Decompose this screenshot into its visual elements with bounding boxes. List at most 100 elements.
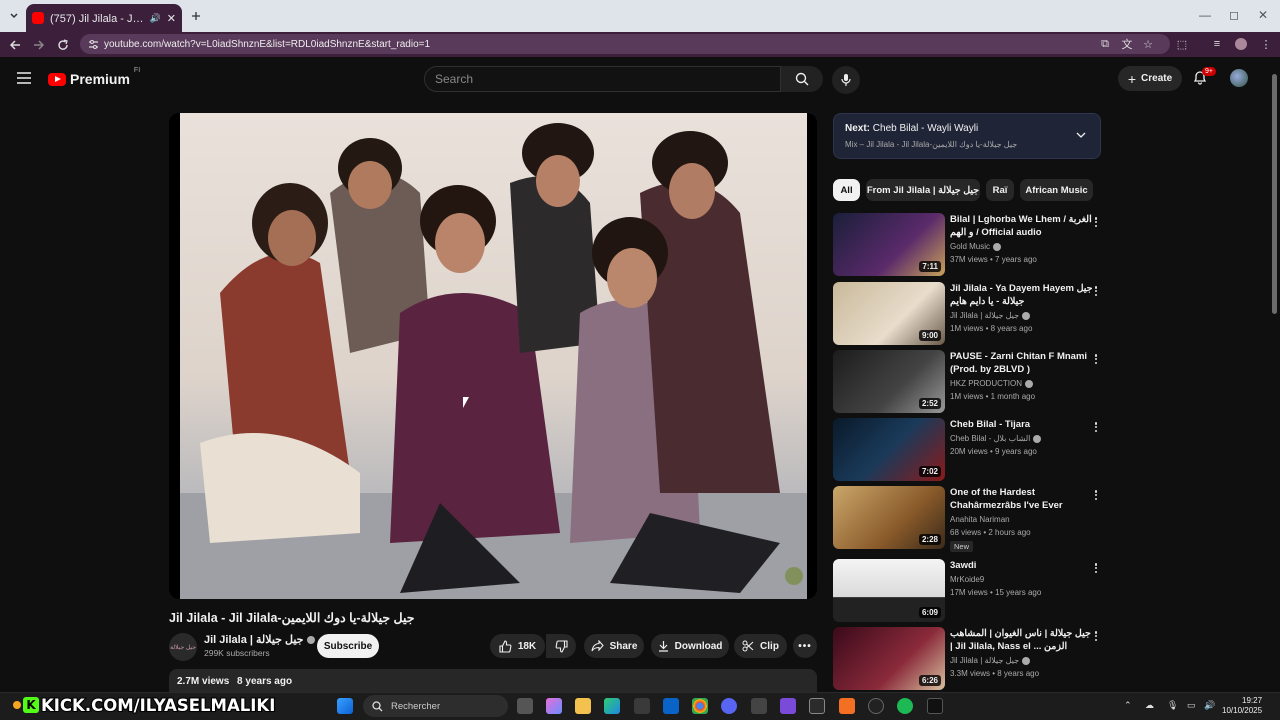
chip-african-music[interactable]: African Music xyxy=(1020,179,1093,201)
channel-avatar[interactable]: جيل جيلالة xyxy=(169,633,197,661)
outlook-icon[interactable] xyxy=(663,698,679,714)
video-thumbnail[interactable]: 9:00 xyxy=(833,282,945,345)
minimize-button[interactable]: — xyxy=(1199,8,1211,22)
tab-close-icon[interactable]: ✕ xyxy=(167,12,176,25)
more-vertical-icon[interactable] xyxy=(1090,561,1102,575)
recommendation-title[interactable]: Jil Jilala - Ya Dayem Hayem جيل جيلالة -… xyxy=(950,282,1093,308)
browser-menu-icon[interactable]: ⋮ xyxy=(1259,37,1273,51)
recommendation-item[interactable]: 2:52 PAUSE - Zarni Chitan F Mnami (Prod. … xyxy=(833,350,1113,414)
new-tab-button[interactable] xyxy=(186,6,206,26)
more-vertical-icon[interactable] xyxy=(1090,284,1102,298)
recommendation-title[interactable]: Bilal | Lghorba We Lhem / الغربة و الهم … xyxy=(950,213,1093,239)
system-clock[interactable]: 19:27 10/10/2025 xyxy=(1222,696,1262,716)
video-thumbnail[interactable]: 6:26 xyxy=(833,627,945,690)
reading-list-icon[interactable]: ≡ xyxy=(1210,37,1224,51)
hamburger-menu-icon[interactable] xyxy=(17,72,31,84)
task-view-icon[interactable] xyxy=(517,698,533,714)
recommendation-item[interactable]: 2:28 One of the Hardest Chahârmezrâbs I'v… xyxy=(833,486,1113,552)
more-vertical-icon[interactable] xyxy=(1090,629,1102,643)
video-thumbnail[interactable]: 7:11 xyxy=(833,213,945,276)
chip-from-channel[interactable]: From Jil Jilala | جيل جيلالة xyxy=(866,179,980,201)
video-player[interactable] xyxy=(169,113,817,599)
dislike-button[interactable] xyxy=(546,634,576,658)
create-button[interactable]: + Create xyxy=(1118,66,1182,91)
recommendation-item[interactable]: 6:09 3awdi MrKoide9 17M views • 15 years ag… xyxy=(833,559,1113,623)
cloud-icon[interactable]: ☁ xyxy=(1145,700,1154,711)
more-vertical-icon[interactable] xyxy=(1090,420,1102,434)
spotify-icon[interactable] xyxy=(897,698,913,714)
network-icon[interactable]: ▭ xyxy=(1187,700,1196,711)
chip-rai[interactable]: Raï xyxy=(986,179,1014,201)
page-scrollbar[interactable] xyxy=(1271,62,1278,692)
recommendation-channel[interactable]: Gold Music xyxy=(950,242,1002,251)
reload-icon[interactable] xyxy=(54,36,72,54)
download-button[interactable]: Download xyxy=(651,634,729,658)
tray-chevron-icon[interactable]: ⌃ xyxy=(1124,700,1132,711)
recommendation-title[interactable]: جيل جيلالة | ناس الغيوان | المشاهب | Jil… xyxy=(950,627,1093,654)
capcut-icon[interactable] xyxy=(927,698,943,714)
youtube-premium-logo[interactable]: Premium FI xyxy=(48,67,140,87)
more-vertical-icon[interactable] xyxy=(1090,488,1102,502)
recommendation-item[interactable]: 9:00 Jil Jilala - Ya Dayem Hayem جيل جيلا… xyxy=(833,282,1113,346)
obs-icon[interactable] xyxy=(809,698,825,714)
recommendation-channel[interactable]: HKZ PRODUCTION xyxy=(950,379,1033,388)
voice-search-button[interactable] xyxy=(832,66,860,94)
more-vertical-icon[interactable] xyxy=(1090,215,1102,229)
search-box[interactable] xyxy=(424,66,781,92)
app-icon-1[interactable] xyxy=(751,698,767,714)
back-icon[interactable] xyxy=(6,36,24,54)
forward-icon[interactable] xyxy=(30,36,48,54)
bookmark-star-icon[interactable]: ☆ xyxy=(1141,37,1155,51)
subscribe-button[interactable]: Subscribe xyxy=(317,634,379,658)
share-button[interactable]: Share xyxy=(584,634,644,658)
extensions-icon[interactable]: ⬚ xyxy=(1175,37,1189,51)
recommendation-channel[interactable]: Cheb Bilal - الشاب بلال xyxy=(950,434,1042,443)
recommendation-item[interactable]: 7:02 Cheb Bilal - Tijara Cheb Bilal - الشا… xyxy=(833,418,1113,482)
recommendation-title[interactable]: Cheb Bilal - Tijara xyxy=(950,418,1093,431)
app-icon-4[interactable] xyxy=(868,698,884,714)
taskbar-search[interactable]: Rechercher xyxy=(363,695,508,717)
more-vertical-icon[interactable] xyxy=(1090,352,1102,366)
file-explorer-icon[interactable] xyxy=(575,698,591,714)
account-avatar[interactable] xyxy=(1230,69,1248,87)
recommendation-channel[interactable]: MrKoide9 xyxy=(950,575,984,584)
video-thumbnail[interactable]: 7:02 xyxy=(833,418,945,481)
edge-icon[interactable] xyxy=(604,698,620,714)
recommendation-channel[interactable]: Anahita Nariman xyxy=(950,515,1010,524)
browser-tab-active[interactable]: (757) Jil Jilala - Jil Jilala-جيل جيلالة… xyxy=(26,4,182,32)
mic-tray-icon[interactable]: 🎙 xyxy=(1167,700,1178,711)
weather-icon[interactable] xyxy=(13,701,21,709)
recommendation-item[interactable]: 6:26 جيل جيلالة | ناس الغيوان | المشاهب |… xyxy=(833,627,1113,691)
volume-icon[interactable]: 🔊 xyxy=(1204,700,1215,711)
profile-icon[interactable] xyxy=(1234,37,1248,51)
copilot-icon[interactable] xyxy=(546,698,562,714)
search-input[interactable] xyxy=(435,72,780,86)
chip-all[interactable]: All xyxy=(833,179,860,201)
like-button[interactable]: 18K xyxy=(490,634,545,658)
discord-icon[interactable] xyxy=(721,698,737,714)
recommendation-item[interactable]: 7:11 Bilal | Lghorba We Lhem / الغربة و ا… xyxy=(833,213,1113,277)
close-window-button[interactable]: ✕ xyxy=(1258,8,1268,22)
clip-button[interactable]: Clip xyxy=(734,634,787,658)
install-app-icon[interactable]: ⧉ xyxy=(1098,37,1112,51)
recommendation-title[interactable]: PAUSE - Zarni Chitan F Mnami (Prod. by 2… xyxy=(950,350,1093,376)
video-thumbnail[interactable]: 2:52 xyxy=(833,350,945,413)
speaker-icon[interactable]: 🔊 xyxy=(150,13,161,24)
video-thumbnail[interactable]: 2:28 xyxy=(833,486,945,549)
translate-icon[interactable]: 文 xyxy=(1120,37,1134,51)
address-bar[interactable]: youtube.com/watch?v=L0iadShnznE&list=RDL… xyxy=(80,34,1170,54)
windows-start-icon[interactable] xyxy=(337,698,353,714)
chevron-down-icon[interactable] xyxy=(1076,130,1086,140)
mix-next-panel[interactable]: Next: Cheb Bilal - Wayli Wayli Mix – Jil… xyxy=(833,113,1101,159)
channel-name-link[interactable]: Jil Jilala | جيل جيلالة xyxy=(204,633,316,646)
app-icon-3[interactable] xyxy=(839,698,855,714)
scrollbar-thumb[interactable] xyxy=(1272,74,1277,314)
recommendation-title[interactable]: One of the Hardest Chahârmezrâbs I've Ev… xyxy=(950,486,1093,513)
site-info-icon[interactable] xyxy=(86,37,100,51)
maximize-button[interactable]: ◻ xyxy=(1229,8,1239,22)
store-icon[interactable] xyxy=(634,698,650,714)
search-button[interactable] xyxy=(781,66,823,92)
chrome-icon[interactable] xyxy=(692,698,708,714)
more-actions-button[interactable]: ••• xyxy=(793,634,817,658)
video-thumbnail[interactable]: 6:09 xyxy=(833,559,945,622)
